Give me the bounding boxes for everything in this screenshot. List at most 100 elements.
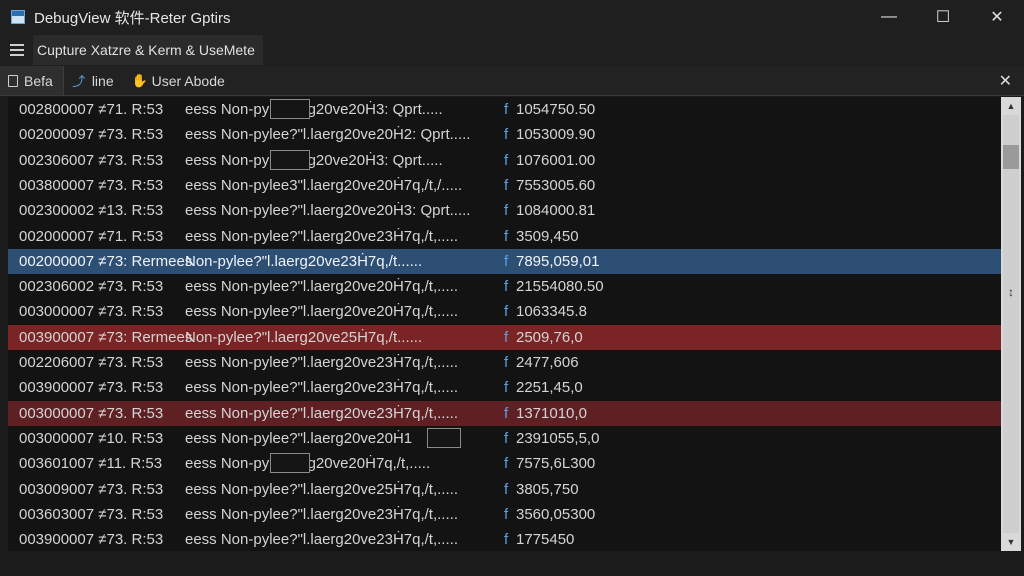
tab-befa[interactable]: Befa	[0, 66, 64, 95]
log-message-cell: eess Non-pylee?"l.laerg20ve20Ḣ2: Qprt...…	[185, 126, 471, 143]
log-message-cell: eess Non-pylee?"l.laerg20ve20Ḣ7q,/t,....…	[185, 303, 458, 320]
log-row[interactable]: 003900007 ≠73. R:53 eess Non-pylee?"l.lae…	[8, 527, 1001, 551]
log-row[interactable]: 002306007 ≠73. R:53 eess Non-py }.laerg20…	[8, 148, 1001, 173]
log-row[interactable]: 002306002 ≠73. R:53 eess Non-pylee?"l.lae…	[8, 274, 1001, 299]
log-row[interactable]: 002300002 ≠13. R:53 eess Non-pylee?"l.lae…	[8, 198, 1001, 223]
empty-field-box	[427, 428, 461, 448]
log-row[interactable]: 003009007 ≠73. R:53 eess Non-pylee?"l.lae…	[8, 477, 1001, 502]
log-flag-icon: f	[504, 506, 509, 523]
hamburger-menu-icon[interactable]	[10, 44, 24, 56]
log-value-cell: 2509,76,0	[516, 329, 583, 346]
log-flag-icon: f	[504, 202, 509, 219]
log-message-cell: eess Non-pylee?"l.laerg20ve23Ḣ7q,/t,....…	[185, 354, 458, 371]
log-process-cell: 003601007 ≠11. R:53	[19, 455, 163, 472]
log-message-cell: eess Non-py }.laerg20ve20Ḣ3: Qprt.....	[185, 152, 443, 169]
log-message-cell: eess Non-pylee?"l.laerg20ve23Ḣ7q,/t,....…	[185, 531, 458, 548]
tab-label: line	[91, 72, 114, 89]
vertical-scrollbar[interactable]: ▲ ↕ ▼	[1001, 97, 1021, 551]
log-process-cell: 002000097 ≠73. R:53	[19, 126, 164, 143]
tab-bar: Befa ⤴ line ✋ User Abode ✕	[0, 66, 1024, 96]
log-message-cell: eess Non-pylee?"l.laerg20ve23Ḣ7q,/t,....…	[185, 228, 458, 245]
log-flag-icon: f	[504, 481, 509, 498]
log-flag-icon: f	[504, 405, 509, 422]
log-flag-icon: f	[504, 278, 509, 295]
scroll-thumb[interactable]	[1003, 145, 1019, 169]
tab-label: Befa	[24, 72, 53, 89]
log-flag-icon: f	[504, 430, 509, 447]
log-message-cell: eess Non-pylee?"l.laerg20ve20Ḣ7q,/t,....…	[185, 278, 458, 295]
log-row[interactable]: 002206007 ≠73. R:53 eess Non-pylee?"l.lae…	[8, 350, 1001, 375]
empty-field-box	[270, 453, 310, 473]
log-value-cell: 1054750.50	[516, 101, 596, 118]
log-row[interactable]: 003601007 ≠11. R:53 eess Non-py }.laerg20…	[8, 451, 1001, 476]
close-tab-icon[interactable]: ✕	[999, 66, 1012, 95]
log-flag-icon: f	[504, 379, 509, 396]
log-row[interactable]: 003800007 ≠73. R:53 eess Non-pylee3"l.lae…	[8, 173, 1001, 198]
log-message-cell: eess Non-pylee?"l.laerg20ve20Ḣ3: Qprt...…	[185, 202, 471, 219]
menu-capture[interactable]: Cupture Xatzre & Kerm & UseMete	[33, 35, 263, 65]
log-row[interactable]: 003603007 ≠73. R:53 eess Non-pylee?"l.lae…	[8, 502, 1001, 527]
minimize-button[interactable]: —	[862, 0, 916, 34]
log-flag-icon: f	[504, 177, 509, 194]
log-value-cell: 1775450	[516, 531, 575, 548]
maximize-button[interactable]: ☐	[916, 0, 970, 34]
log-flag-icon: f	[504, 253, 509, 270]
empty-field-box	[270, 150, 310, 170]
tab-user-abode[interactable]: ✋ User Abode	[124, 66, 235, 95]
log-list: 002800007 ≠71. R:53 eess Non-py }.laerg20…	[8, 97, 1001, 551]
log-process-cell: 002000007 ≠73: Rermees	[19, 253, 193, 270]
log-value-cell: 1063345.8	[516, 303, 587, 320]
log-message-cell: eess Non-pylee?"l.laerg20ve23Ḣ7q,/t,....…	[185, 405, 458, 422]
window-title: DebugView 软件-Reter Gptirs	[34, 9, 231, 27]
log-process-cell: 003603007 ≠73. R:53	[19, 506, 164, 523]
log-row[interactable]: 002000007 ≠73: Rermees Non-pylee?"l.laerg…	[8, 249, 1001, 274]
log-value-cell: 2251,45,0	[516, 379, 583, 396]
log-row[interactable]: 002000097 ≠73. R:53 eess Non-pylee?"l.lae…	[8, 122, 1001, 147]
log-row[interactable]: 003900007 ≠73: Rermees Non-pylee?"l.laerg…	[8, 325, 1001, 350]
log-row[interactable]: 003000007 ≠73. R:53 eess Non-pylee?"l.lae…	[8, 401, 1001, 426]
log-message-cell: Non-pylee?"l.laerg20ve23Ḣ7q,/t......	[185, 253, 423, 270]
log-process-cell: 002306007 ≠73. R:53	[19, 152, 164, 169]
log-flag-icon: f	[504, 531, 509, 548]
log-process-cell: 003000007 ≠10. R:53	[19, 430, 164, 447]
scroll-up-icon[interactable]: ▲	[1001, 97, 1021, 115]
log-flag-icon: f	[504, 329, 509, 346]
log-flag-icon: f	[504, 228, 509, 245]
user-mode-icon: ✋	[131, 72, 148, 88]
log-value-cell: 3805,750	[516, 481, 579, 498]
tab-label: User Abode	[151, 72, 225, 89]
log-message-cell: eess Non-pylee?"l.laerg20ve23Ḣ7q,/t,....…	[185, 379, 458, 396]
log-message-cell: eess Non-py }.laerg20ve20Ḣ3: Qprt.....	[185, 101, 443, 118]
menu-bar: Cupture Xatzre & Kerm & UseMete	[0, 34, 1024, 66]
log-process-cell: 002300002 ≠13. R:53	[19, 202, 164, 219]
log-row[interactable]: 003900007 ≠73. R:53 eess Non-pylee?"l.lae…	[8, 375, 1001, 400]
scroll-down-icon[interactable]: ▼	[1001, 533, 1021, 551]
log-row[interactable]: 003000007 ≠10. R:53 eess Non-pylee?"l.lae…	[8, 426, 1001, 451]
log-process-cell: 003009007 ≠73. R:53	[19, 481, 164, 498]
log-process-cell: 003900007 ≠73. R:53	[19, 379, 164, 396]
log-value-cell: 1371010,0	[516, 405, 587, 422]
log-value-cell: 7575,6L300	[516, 455, 596, 472]
log-process-cell: 003800007 ≠73. R:53	[19, 177, 164, 194]
log-row[interactable]: 002000007 ≠71. R:53 eess Non-pylee?"l.lae…	[8, 224, 1001, 249]
log-process-cell: 002800007 ≠71. R:53	[19, 101, 164, 118]
scroll-track[interactable]	[1003, 115, 1019, 533]
log-value-cell: 7895,059,01	[516, 253, 600, 270]
title-bar: DebugView 软件-Reter Gptirs — ☐ ✕	[0, 0, 1024, 34]
log-process-cell: 003900007 ≠73: Rermees	[19, 329, 193, 346]
log-row[interactable]: 003000007 ≠73. R:53 eess Non-pylee?"l.lae…	[8, 299, 1001, 324]
log-flag-icon: f	[504, 303, 509, 320]
log-flag-icon: f	[504, 126, 509, 143]
log-row[interactable]: 002800007 ≠71. R:53 eess Non-py }.laerg20…	[8, 97, 1001, 122]
log-value-cell: 1076001.00	[516, 152, 596, 169]
log-flag-icon: f	[504, 455, 509, 472]
log-flag-icon: f	[504, 354, 509, 371]
close-button[interactable]: ✕	[970, 0, 1024, 34]
log-flag-icon: f	[504, 152, 509, 169]
log-value-cell: 21554080.50	[516, 278, 604, 295]
log-value-cell: 7553005.60	[516, 177, 596, 194]
app-icon	[11, 10, 25, 24]
status-strip	[0, 551, 1024, 576]
log-message-cell: eess Non-pylee?"l.laerg20ve25Ḣ7q,/t,....…	[185, 481, 458, 498]
tab-line[interactable]: ⤴ line	[64, 66, 124, 95]
